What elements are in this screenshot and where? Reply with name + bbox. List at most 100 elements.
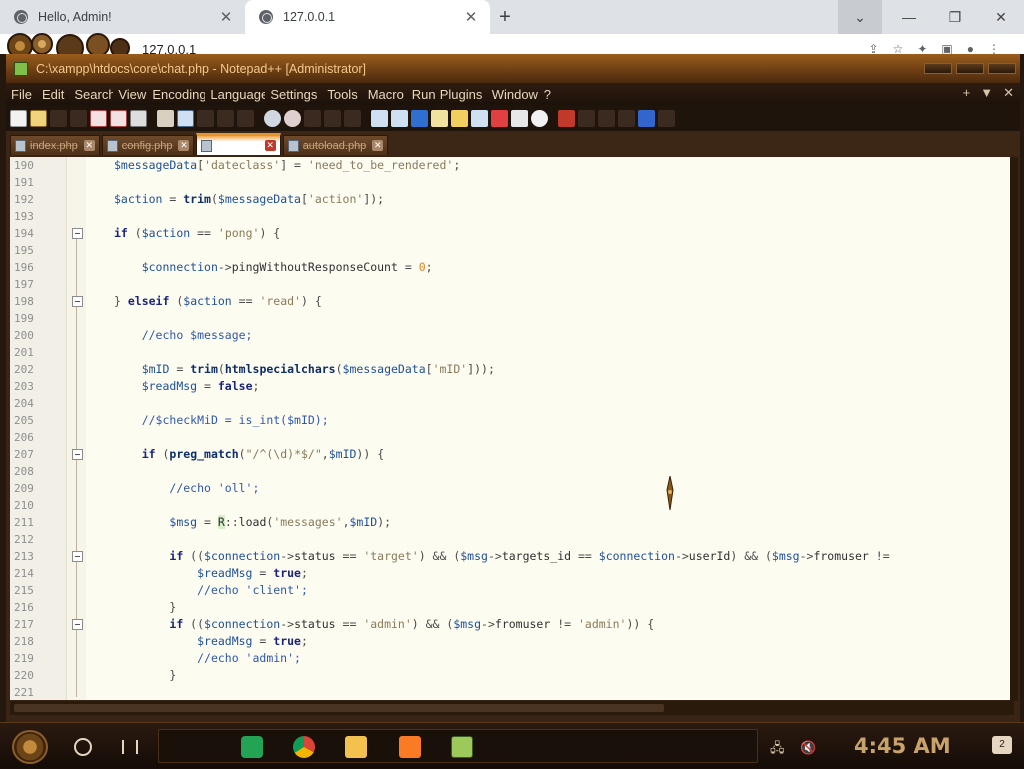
menu-search[interactable]: Search — [69, 87, 113, 102]
menu-run[interactable]: Run — [407, 87, 435, 102]
npp-title-bar[interactable]: C:\xampp\htdocs\core\chat.php - Notepad+… — [6, 54, 1020, 83]
file-explorer-icon[interactable] — [345, 736, 367, 758]
scrollbar-thumb[interactable] — [14, 704, 664, 712]
close-window-button[interactable]: ✕ — [978, 0, 1024, 34]
menu-dropdown-icon[interactable]: ▼ — [980, 85, 993, 101]
chrome-app-icon[interactable] — [293, 736, 315, 758]
save-all-icon[interactable] — [70, 109, 87, 127]
show-all-chars-icon[interactable] — [391, 109, 408, 127]
redo-icon[interactable] — [237, 109, 254, 127]
menu-window[interactable]: Window — [487, 87, 539, 102]
new-tab-button[interactable]: + — [490, 0, 520, 34]
close-doc-icon[interactable]: ✕ — [264, 140, 276, 151]
undo-icon[interactable] — [217, 109, 234, 127]
code-line: 219 //echo 'admin'; — [14, 651, 301, 665]
npp-window-title: C:\xampp\htdocs\core\chat.php - Notepad+… — [36, 61, 367, 76]
xampp-app-icon[interactable] — [399, 736, 421, 758]
task-view-icon[interactable] — [122, 740, 138, 754]
menu-view[interactable]: View — [113, 87, 147, 102]
doc-tab-index[interactable]: index.php ✕ — [10, 135, 100, 155]
search-icon[interactable] — [74, 738, 92, 756]
menu-language[interactable]: Language — [205, 87, 265, 102]
udl-icon[interactable] — [431, 109, 448, 127]
code-line: 190 $messageData['dateclass'] = 'need_to_… — [14, 158, 461, 172]
menu-add-icon[interactable]: + — [963, 85, 971, 101]
close-doc-icon[interactable]: ✕ — [372, 140, 384, 151]
code-editor[interactable]: 190 $messageData['dateclass'] = 'need_to_… — [10, 157, 1014, 700]
menu-edit[interactable]: Edit — [37, 87, 69, 102]
menu-file[interactable]: File — [6, 87, 37, 102]
browser-tab-hello-admin[interactable]: Hello, Admin! ✕ — [0, 0, 245, 34]
npp-close-button[interactable] — [988, 63, 1016, 74]
record-macro-icon[interactable] — [558, 109, 575, 127]
doc-map-icon[interactable] — [451, 109, 468, 127]
code-line: 198} elseif ($action == 'read') { — [14, 294, 322, 308]
monitor-icon[interactable] — [511, 109, 528, 127]
word-wrap-icon[interactable] — [371, 109, 388, 127]
close-tab-icon[interactable]: ✕ — [462, 8, 480, 26]
menu-help[interactable]: ? — [539, 87, 556, 102]
menu-settings[interactable]: Settings — [265, 87, 322, 102]
code-line: 209 //echo 'oll'; — [14, 481, 260, 495]
indent-guide-icon[interactable] — [411, 109, 428, 127]
code-line: 206 — [14, 431, 34, 444]
copy-icon[interactable] — [177, 109, 194, 127]
menu-macro[interactable]: Macro — [363, 87, 407, 102]
close-all-icon[interactable] — [110, 109, 127, 127]
save-macro-icon[interactable] — [638, 109, 655, 127]
zoom-out-icon[interactable] — [324, 109, 341, 127]
menu-plugins[interactable]: Plugins — [435, 87, 487, 102]
browser-tab-localhost[interactable]: 127.0.0.1 ✕ — [245, 0, 490, 34]
file-icon — [15, 139, 26, 152]
stop-macro-icon[interactable] — [578, 109, 595, 127]
menu-encoding[interactable]: Encoding — [147, 87, 205, 102]
menu-right-controls: + ▼ ✕ — [963, 85, 1014, 101]
close-file-icon[interactable] — [90, 109, 107, 127]
start-button[interactable] — [12, 730, 48, 764]
fold-toggle-icon[interactable] — [72, 551, 83, 562]
folder-workspace-icon[interactable] — [491, 109, 508, 127]
close-doc-icon[interactable]: ✕ — [83, 140, 95, 151]
tray-icons[interactable]: 🖧 🔇 — [770, 739, 822, 761]
function-list-icon[interactable] — [471, 109, 488, 127]
tab-search-button[interactable]: ⌄ — [838, 0, 882, 34]
eye-icon[interactable] — [531, 109, 548, 127]
sync-scroll-icon[interactable] — [344, 109, 361, 127]
sheets-app-icon[interactable] — [241, 736, 263, 758]
code-line: 207 if (preg_match("/^(\d)*$/",$mID)) { — [14, 447, 385, 461]
menu-close-icon[interactable]: ✕ — [1003, 85, 1014, 101]
print-icon[interactable] — [130, 109, 147, 127]
new-file-icon[interactable] — [10, 109, 27, 127]
code-line: 216 } — [14, 600, 177, 614]
play-macro-icon[interactable] — [598, 109, 615, 127]
fold-toggle-icon[interactable] — [72, 619, 83, 630]
replace-icon[interactable] — [284, 109, 301, 127]
minimize-button[interactable]: — — [886, 0, 932, 34]
doc-tab-config[interactable]: config.php ✕ — [101, 135, 195, 155]
close-doc-icon[interactable]: ✕ — [178, 140, 190, 151]
fold-toggle-icon[interactable] — [72, 228, 83, 239]
taskbar-clock[interactable]: 4:45 AM — [854, 734, 951, 758]
cut-icon[interactable] — [157, 109, 174, 127]
doc-tab-autoload[interactable]: autoload.php ✕ — [282, 135, 389, 155]
doc-tab-chat[interactable]: chat.php ✕ — [196, 133, 281, 155]
vertical-scrollbar[interactable] — [1010, 157, 1018, 701]
npp-minimize-button[interactable] — [924, 63, 952, 74]
open-file-icon[interactable] — [30, 109, 47, 127]
notepadpp-taskbar-icon[interactable] — [451, 736, 473, 758]
zoom-in-icon[interactable] — [304, 109, 321, 127]
run-command-icon[interactable] — [658, 109, 675, 127]
close-tab-icon[interactable]: ✕ — [217, 8, 235, 26]
horizontal-scrollbar[interactable] — [10, 701, 1014, 715]
save-icon[interactable] — [50, 109, 67, 127]
notification-center-icon[interactable]: 2 — [992, 736, 1012, 754]
menu-tools[interactable]: Tools — [322, 87, 362, 102]
find-icon[interactable] — [264, 109, 281, 127]
run-macro-icon[interactable] — [618, 109, 635, 127]
fold-toggle-icon[interactable] — [72, 296, 83, 307]
paste-icon[interactable] — [197, 109, 214, 127]
code-line: 204 — [14, 397, 34, 410]
npp-maximize-button[interactable] — [956, 63, 984, 74]
fold-toggle-icon[interactable] — [72, 449, 83, 460]
maximize-button[interactable]: ❐ — [932, 0, 978, 34]
